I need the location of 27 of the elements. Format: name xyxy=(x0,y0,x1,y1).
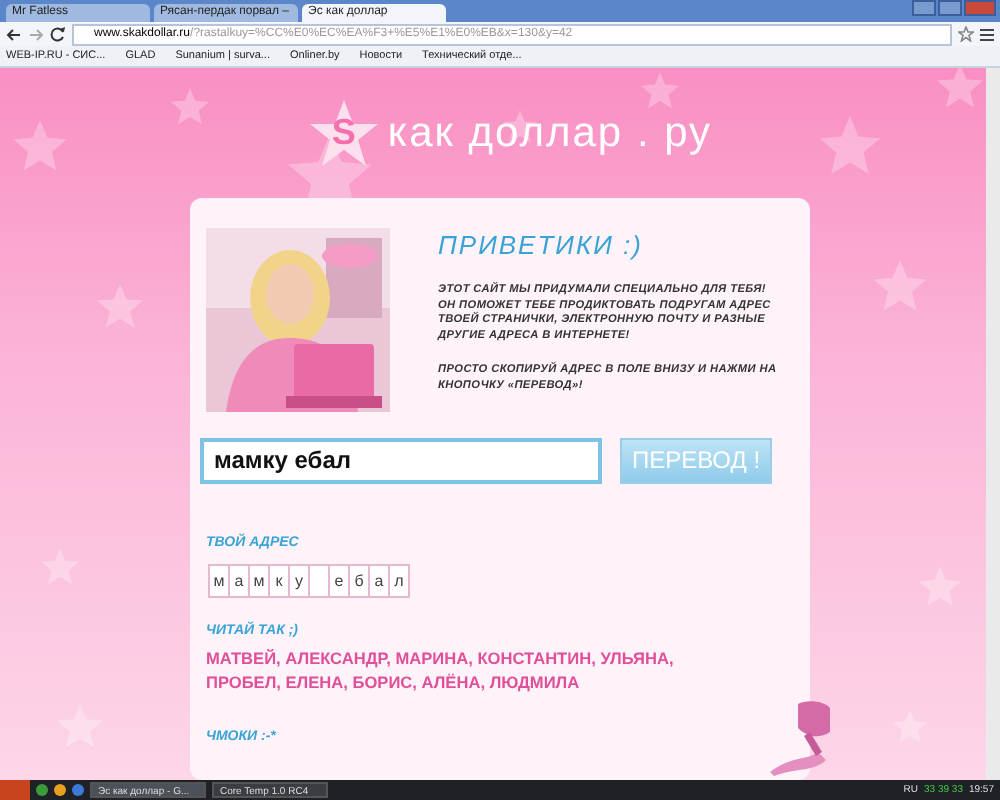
forward-icon[interactable] xyxy=(28,27,44,41)
letter-cell: л xyxy=(388,563,410,598)
start-button[interactable] xyxy=(0,780,30,800)
ribbon-drawing xyxy=(770,700,830,776)
letter-cell: к xyxy=(268,563,290,598)
letter-cell: у xyxy=(288,563,310,598)
maximize-icon[interactable] xyxy=(938,0,962,16)
scrollbar[interactable] xyxy=(986,68,1000,780)
minimize-icon[interactable] xyxy=(912,0,936,16)
menu-icon[interactable] xyxy=(980,27,994,41)
letter-cell: б xyxy=(348,563,370,598)
back-icon[interactable] xyxy=(6,27,22,41)
logo-letter: S xyxy=(331,111,356,151)
logo-text: как доллар . ру xyxy=(387,109,713,157)
reload-icon[interactable] xyxy=(50,26,66,42)
star-icon[interactable] xyxy=(958,26,974,42)
address-input[interactable]: мамку ебал xyxy=(200,437,602,484)
greeting-heading: ПРИВЕТИКИ :) xyxy=(438,230,645,260)
letter-cell: м xyxy=(208,563,230,598)
letter-cell: а xyxy=(368,563,390,598)
app-icon[interactable] xyxy=(36,784,48,796)
letter-cell: м xyxy=(248,563,270,598)
letter-cell: е xyxy=(328,563,350,598)
spelling-text: МАТВЕЙ, АЛЕКСАНДР, МАРИНА, КОНСТАНТИН, УЛЬЯНА, ПРОБЕЛ, ЕЛЕНА, БОРИС, АЛЁНА, ЛЮДМИЛА xyxy=(206,645,676,694)
letter-cell: а xyxy=(228,563,250,598)
blank-cell xyxy=(308,563,330,598)
star-icon xyxy=(307,97,380,169)
